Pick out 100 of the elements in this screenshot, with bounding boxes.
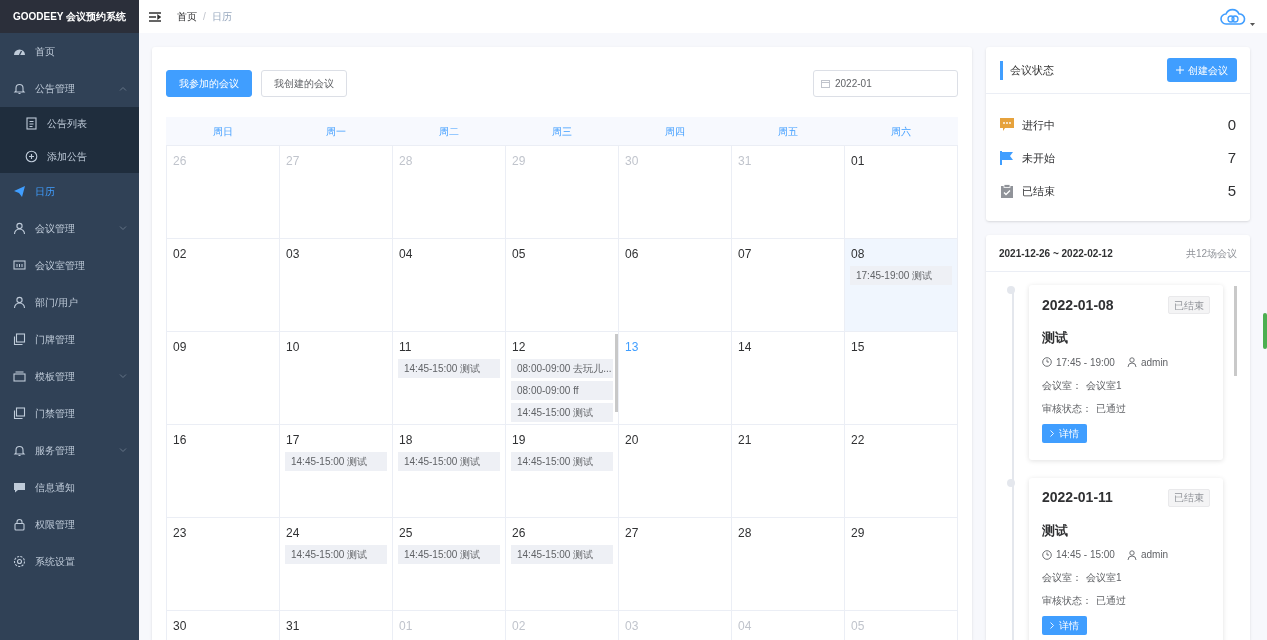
calendar-event[interactable]: 14:45-15:00 测试 [398, 452, 500, 471]
month-picker[interactable]: 2022-01 [813, 70, 958, 97]
day-cell[interactable]: 16 [167, 425, 280, 518]
day-cell[interactable]: 04 [393, 239, 506, 332]
day-number: 30 [172, 619, 188, 633]
sidebar-item[interactable]: 模板管理 [0, 358, 139, 395]
day-cell[interactable]: 22 [845, 425, 958, 518]
chat-icon [1000, 118, 1014, 132]
document-icon [25, 117, 38, 130]
day-cell[interactable]: 26 14:45-15:00 测试 [506, 518, 619, 611]
sidebar-item[interactable]: 首页 [0, 33, 139, 70]
sidebar-item[interactable]: 信息通知 [0, 469, 139, 506]
box-icon [13, 370, 26, 383]
calendar-event[interactable]: 08:00-09:00 ff [511, 381, 613, 400]
meeting-title: 测试 [1042, 521, 1069, 540]
day-number: 04 [398, 247, 414, 261]
calendar-event[interactable]: 08:00-09:00 去玩儿... [511, 359, 613, 378]
weekday-label: 周四 [664, 124, 687, 139]
calendar-event[interactable]: 14:45-15:00 测试 [511, 452, 613, 471]
day-cell[interactable]: 30 [167, 611, 280, 640]
day-number: 12 [511, 340, 527, 354]
day-cell[interactable]: 08 17:45-19:00 测试 [845, 239, 958, 332]
sidebar-item[interactable]: 门牌管理 [0, 321, 139, 358]
weekday-label: 周日 [211, 124, 234, 139]
day-cell[interactable]: 21 [732, 425, 845, 518]
calendar-event[interactable]: 14:45-15:00 测试 [285, 545, 387, 564]
sidebar-item[interactable]: 部门/用户 [0, 284, 139, 321]
review-value: 已通过 [1096, 401, 1126, 416]
caret-icon[interactable] [1250, 22, 1255, 26]
day-cell[interactable]: 19 14:45-15:00 测试 [506, 425, 619, 518]
day-number: 28 [737, 526, 753, 540]
meeting-user: admin [1140, 355, 1169, 370]
sidebar-item[interactable]: 会议管理 [0, 210, 139, 247]
day-number: 16 [172, 433, 188, 447]
day-cell[interactable]: 17 14:45-15:00 测试 [280, 425, 393, 518]
sidebar-item[interactable]: 公告管理 [0, 70, 139, 107]
day-cell[interactable]: 02 [167, 239, 280, 332]
day-number: 19 [511, 433, 527, 447]
day-cell[interactable]: 29 [845, 518, 958, 611]
paper-plane-icon [13, 185, 26, 198]
day-cell[interactable]: 20 [619, 425, 732, 518]
day-cell[interactable]: 11 14:45-15:00 测试 [393, 332, 506, 425]
day-number: 02 [511, 619, 527, 633]
calendar-event[interactable]: 14:45-15:00 测试 [285, 452, 387, 471]
calendar-event[interactable]: 14:45-15:00 测试 [398, 545, 500, 564]
copy-icon [13, 407, 26, 420]
month-value: 2022-01 [835, 77, 872, 91]
sidebar-item[interactable]: 日历 [0, 173, 139, 210]
day-cell[interactable]: 10 [280, 332, 393, 425]
meeting-time: 17:45 - 19:00 [1056, 355, 1115, 370]
weekday-label: 周六 [890, 124, 913, 139]
day-cell[interactable]: 01 [845, 146, 958, 239]
meeting-date: 2022-01-11 [1042, 488, 1113, 507]
calendar-event[interactable]: 17:45-19:00 测试 [850, 266, 952, 285]
calendar-event[interactable]: 14:45-15:00 测试 [511, 545, 613, 564]
day-cell[interactable]: 25 14:45-15:00 测试 [393, 518, 506, 611]
status-count: 5 [1227, 180, 1236, 201]
calendar-event[interactable]: 14:45-15:00 测试 [398, 359, 500, 378]
day-number: 03 [624, 619, 640, 633]
day-number: 26 [172, 154, 188, 168]
day-number: 01 [850, 154, 866, 168]
day-number: 29 [511, 154, 527, 168]
date-range: 2021-12-26 ~ 2022-02-12 [999, 246, 1113, 261]
day-cell[interactable]: 06 [619, 239, 732, 332]
day-cell[interactable]: 18 14:45-15:00 测试 [393, 425, 506, 518]
day-number: 25 [398, 526, 414, 540]
menu-icon[interactable] [149, 11, 161, 22]
day-number: 08 [850, 247, 866, 261]
day-number: 28 [398, 154, 414, 168]
day-number: 13 [624, 340, 640, 354]
day-cell[interactable]: 12 08:00-09:00 去玩儿... 08:00-09:00 ff 14:45-15:00 测试 [506, 332, 619, 425]
tab[interactable]: 我创建的会议 [261, 70, 347, 97]
submenu-item[interactable]: 公告列表 [0, 107, 139, 140]
weekday-label: 周五 [777, 124, 800, 139]
sidebar-item[interactable]: 系统设置 [0, 543, 139, 580]
day-cell[interactable]: 14 [732, 332, 845, 425]
day-cell[interactable]: 23 [167, 518, 280, 611]
day-cell[interactable]: 15 [845, 332, 958, 425]
day-cell[interactable]: 05 [506, 239, 619, 332]
day-cell[interactable]: 31 [280, 611, 393, 640]
chevron-right-icon [1050, 622, 1054, 629]
sidebar-item[interactable]: 服务管理 [0, 432, 139, 469]
day-cell[interactable]: 28 [732, 518, 845, 611]
plus-icon [1176, 66, 1184, 74]
day-cell[interactable]: 09 [167, 332, 280, 425]
sidebar-item[interactable]: 权限管理 [0, 506, 139, 543]
submenu-item[interactable]: 添加公告 [0, 140, 139, 173]
sidebar-item[interactable]: 会议室管理 [0, 247, 139, 284]
status-label: 未开始 [1022, 150, 1055, 166]
day-number: 31 [737, 154, 753, 168]
day-cell[interactable]: 27 [619, 518, 732, 611]
day-cell[interactable]: 07 [732, 239, 845, 332]
breadcrumb-link[interactable]: 首页 [177, 9, 197, 24]
meeting-date: 2022-01-08 [1042, 295, 1114, 315]
chevron-right-icon [1050, 429, 1054, 437]
day-number: 30 [624, 154, 640, 168]
day-cell[interactable]: 03 [280, 239, 393, 332]
calendar-event[interactable]: 14:45-15:00 测试 [511, 403, 613, 422]
sidebar-item[interactable]: 门禁管理 [0, 395, 139, 432]
day-cell[interactable]: 24 14:45-15:00 测试 [280, 518, 393, 611]
